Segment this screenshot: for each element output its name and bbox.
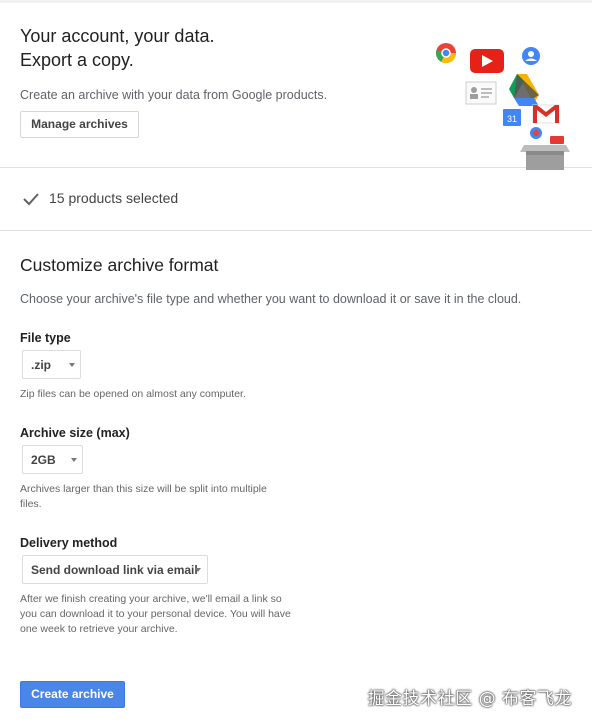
file-type-select[interactable]: .zip <box>22 350 81 379</box>
archive-size-help: Archives larger than this size will be s… <box>20 483 267 510</box>
products-illustration: 31 <box>436 43 570 170</box>
archive-size-value: 2GB <box>31 453 56 467</box>
delivery-method-help: After we finish creating your archive, w… <box>20 593 291 635</box>
takeout-page: Your account, your data. Export a copy. … <box>0 0 592 728</box>
delivery-method-select[interactable]: Send download link via email <box>22 555 208 584</box>
file-type-value: .zip <box>31 358 51 372</box>
profile-card-icon <box>465 81 497 105</box>
archive-size-select[interactable]: 2GB <box>22 445 83 474</box>
products-selected-text: 15 products selected <box>49 190 179 206</box>
manage-archives-button[interactable]: Manage archives <box>20 111 139 138</box>
hero-title-line2: Export a copy. <box>20 50 134 70</box>
chevron-down-icon <box>195 568 201 572</box>
products-summary-row[interactable]: 15 products selected <box>0 168 592 231</box>
chevron-down-icon <box>71 458 77 462</box>
checkmark-icon <box>23 193 39 206</box>
youtube-icon <box>470 49 504 73</box>
chrome-icon <box>436 43 457 64</box>
section-title: Customize archive format <box>20 255 219 275</box>
delivery-method-value: Send download link via email <box>31 563 198 577</box>
drive-icon <box>509 74 539 106</box>
hero-subtitle: Create an archive with your data from Go… <box>20 88 328 102</box>
calendar-icon: 31 <box>503 109 521 126</box>
gmail-icon <box>532 104 560 124</box>
file-type-label: File type <box>20 331 71 345</box>
box-icon <box>520 145 570 170</box>
hero-title-line1: Your account, your data. <box>20 26 215 46</box>
create-archive-button[interactable]: Create archive <box>20 681 125 708</box>
hero-title: Your account, your data. Export a copy. <box>20 24 214 72</box>
delivery-method-label: Delivery method <box>20 536 118 550</box>
contacts-icon <box>522 47 540 65</box>
chevron-down-icon <box>69 363 75 367</box>
hero-section: Your account, your data. Export a copy. … <box>0 0 592 170</box>
archive-size-label: Archive size (max) <box>20 426 130 440</box>
section-description: Choose your archive's file type and whet… <box>20 292 522 306</box>
svg-text:31: 31 <box>507 114 517 124</box>
file-type-help: Zip files can be opened on almost any co… <box>20 388 246 400</box>
watermark-text: 掘金技术社区 @ 布客飞龙 <box>367 689 572 709</box>
mail-envelope-icon <box>550 136 564 144</box>
